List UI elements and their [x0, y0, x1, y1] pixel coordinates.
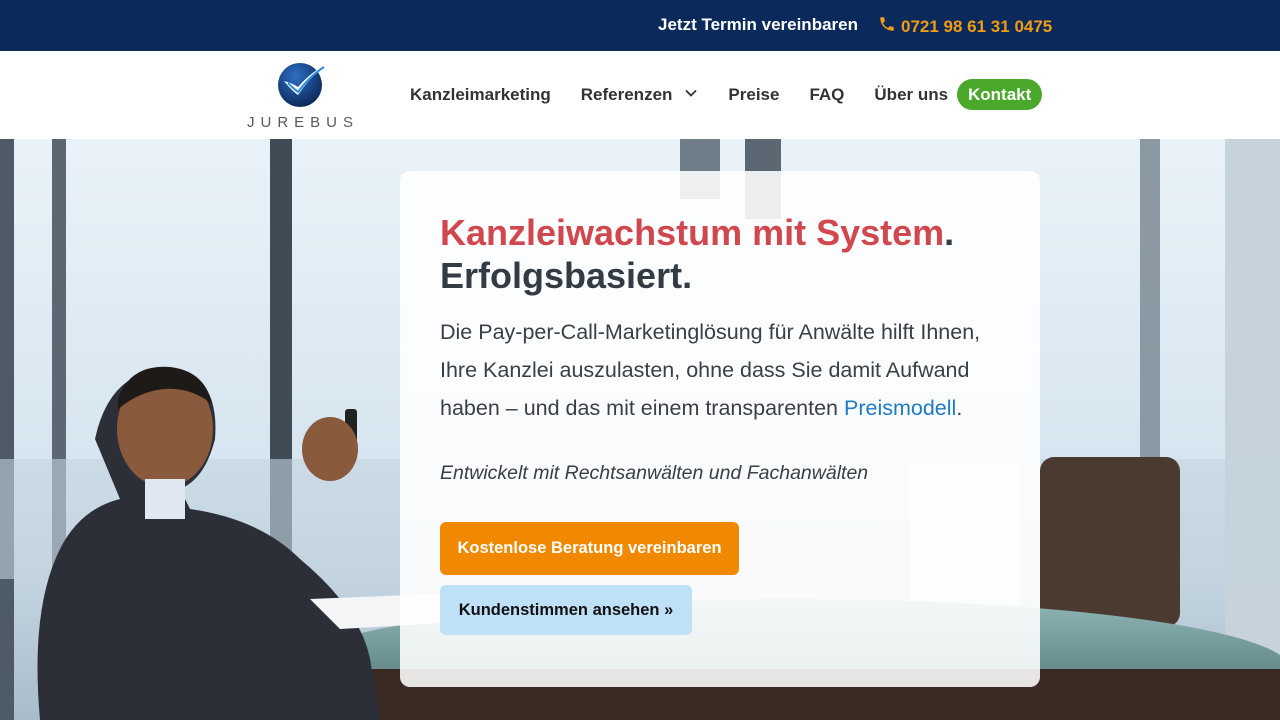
headline-dot: . [944, 212, 955, 253]
book-appointment-link[interactable]: Jetzt Termin vereinbaren [658, 15, 858, 35]
chevron-down-icon [678, 85, 698, 105]
nav-item-label: Referenzen [580, 85, 673, 104]
hero-section: Kanzleiwachstum mit System. Erfolgsbasie… [0, 139, 1280, 720]
hero-headline: Kanzleiwachstum mit System. Erfolgsbasie… [440, 211, 1020, 297]
phone-icon [878, 15, 896, 38]
nav-item-ueber-uns[interactable]: Über uns [859, 85, 963, 105]
contact-button[interactable]: Kontakt [957, 79, 1043, 110]
nav-item-faq[interactable]: FAQ [794, 85, 859, 105]
nav-item-preise[interactable]: Preise [713, 85, 794, 105]
hero-tagline: Entwickelt mit Rechtsanwälten und Fachan… [440, 462, 869, 484]
free-consultation-button[interactable]: Kostenlose Beratung vereinbaren [440, 522, 739, 575]
nav-item-kanzleimarketing[interactable]: Kanzleimarketing [395, 85, 566, 105]
nav-item-referenzen[interactable]: Referenzen [566, 85, 714, 105]
pricing-link[interactable]: Preismodell [844, 396, 956, 420]
main-nav: Kanzleimarketing Referenzen Preise FAQ Ü… [395, 51, 963, 139]
phone-number: 0721 98 61 31 0475 [901, 16, 1053, 36]
logo-text: JUREBUS [246, 114, 359, 131]
headline-accent: Kanzleiwachstum mit System [440, 212, 945, 253]
logo[interactable]: JUREBUS [240, 59, 366, 133]
headline-rest: Erfolgsbasiert. [440, 255, 693, 296]
site-header: JUREBUS Kanzleimarketing Referenzen Prei… [0, 51, 1280, 139]
hero-card: Kanzleiwachstum mit System. Erfolgsbasie… [400, 171, 1040, 687]
phone-link[interactable]: 0721 98 61 31 0475 [878, 15, 1052, 38]
intro-end: . [956, 396, 963, 420]
top-bar: Jetzt Termin vereinbaren 0721 98 61 31 0… [0, 0, 1280, 51]
checkmark-globe-icon [276, 61, 330, 109]
testimonials-button[interactable]: Kundenstimmen ansehen » [440, 585, 692, 635]
hero-intro: Die Pay-per-Call-Marketinglösung für Anw… [440, 313, 1010, 427]
